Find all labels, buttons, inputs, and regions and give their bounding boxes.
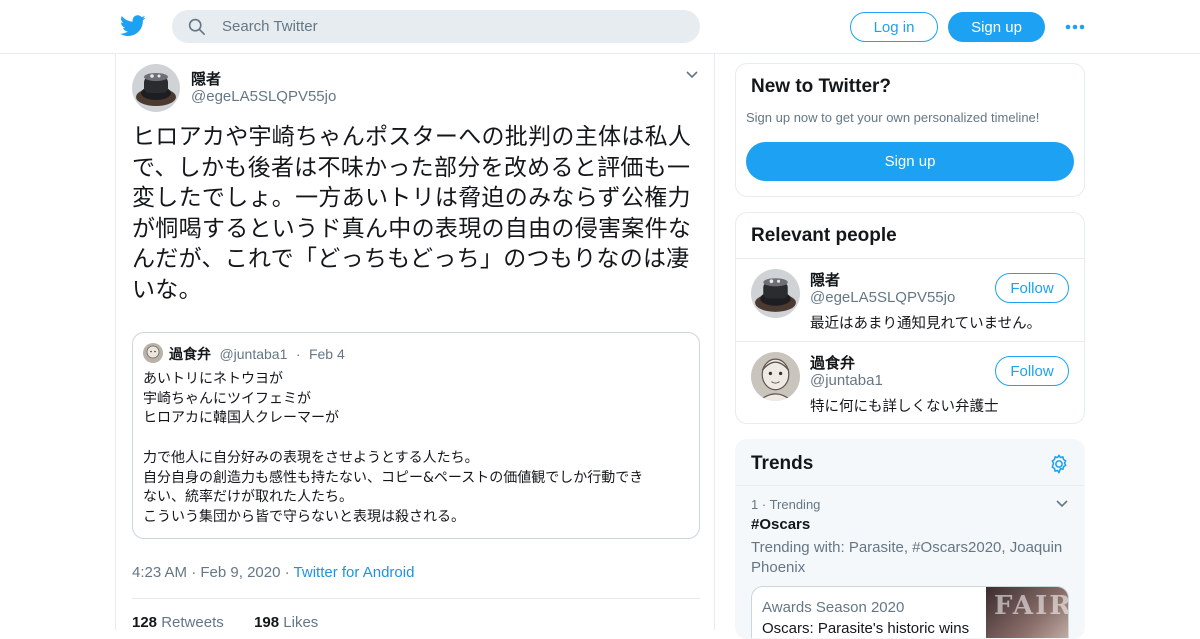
quote-line: 自分自身の創造力も感性も持たない、コピー&ペーストの価値観でしか行動でき [143, 469, 644, 486]
trend-trending-with: Trending with: Parasite, #Oscars2020, Jo… [751, 539, 1063, 576]
trend-meta: 1 · Trending [751, 497, 820, 512]
divider [132, 598, 700, 599]
likes-count: 198 [254, 614, 280, 631]
quoted-tweet[interactable]: 過食弁 @juntaba1 · Feb 4 あいトリにネトウヨが 宇崎ちゃんにツ… [132, 332, 700, 539]
tweet-detail: 隠者 @egeLA5SLQPV55jo ヒロアカや宇崎ちゃんポスターへの批判の主… [115, 54, 715, 631]
quote-line: ヒロアカに韓国人クレーマーが [143, 410, 339, 427]
person-handle[interactable]: @juntaba1 [810, 372, 883, 389]
trend-news-card[interactable]: Awards Season 2020 Oscars: Parasite's hi… [751, 586, 1069, 638]
new-to-twitter-subtitle: Sign up now to get your own personalized… [746, 110, 1040, 125]
search-icon [188, 18, 206, 36]
chevron-down-icon[interactable] [1055, 498, 1069, 510]
new-to-twitter-card: New to Twitter? Sign up now to get your … [735, 63, 1085, 197]
person-bio: 最近はあまり通知見れていません。 [810, 316, 1042, 332]
quote-author-handle: @juntaba1 [219, 346, 288, 362]
quote-date: Feb 4 [308, 346, 345, 362]
quote-line: ない、統率だけが取れた人たち。 [143, 489, 353, 506]
quote-line: 宇崎ちゃんにツイフェミが [143, 390, 311, 407]
sidebar-signup-button[interactable]: Sign up [746, 142, 1074, 181]
person-bio: 特に何にも詳しくない弁護士 [810, 399, 999, 415]
trends-card: Trends 1 · Trending #Oscars Trending wit… [735, 439, 1085, 639]
quote-separator: · [295, 346, 301, 362]
person-name[interactable]: 隠者 [810, 269, 840, 290]
person-avatar[interactable] [751, 269, 800, 318]
likes-stat[interactable]: 198 Likes [254, 614, 318, 631]
relevant-people-title: Relevant people [751, 225, 897, 246]
person-handle[interactable]: @egeLA5SLQPV55jo [810, 289, 955, 306]
follow-button[interactable]: Follow [995, 273, 1069, 303]
news-thumbnail-logo: FAIR [994, 591, 1069, 621]
relevant-person[interactable]: 過食弁 @juntaba1 特に何にも詳しくない弁護士 Follow [736, 341, 1084, 423]
trend-separator: · [761, 497, 770, 512]
gear-icon[interactable] [1048, 453, 1070, 475]
author-name[interactable]: 隠者 [191, 68, 221, 89]
quote-line [143, 429, 691, 449]
tweet-source-link[interactable]: Twitter for Android [294, 564, 415, 581]
tweet-time[interactable]: 4:23 AM [132, 564, 187, 581]
relevant-person[interactable]: 隠者 @egeLA5SLQPV55jo 最近はあまり通知見れていません。 Fol… [736, 259, 1084, 341]
tweet-stats: 128 Retweets 198 Likes [132, 614, 318, 631]
top-bar: Log in Sign up [0, 0, 1200, 54]
meta-separator: · [284, 564, 294, 581]
news-headline: Oscars: Parasite's historic wins [762, 620, 970, 637]
person-avatar[interactable] [751, 352, 800, 401]
likes-label: Likes [283, 614, 319, 631]
person-name[interactable]: 過食弁 [810, 352, 855, 373]
trend-rank: 1 [751, 497, 759, 512]
quote-line: こういう集団から皆で守らないと表現は殺される。 [143, 508, 465, 525]
more-icon[interactable] [1064, 18, 1086, 36]
trends-title: Trends [751, 453, 814, 474]
meta-separator: · [191, 564, 201, 581]
quote-line: 力で他人に自分好みの表現をさせようとする人たち。 [143, 449, 479, 466]
signup-button[interactable]: Sign up [948, 12, 1045, 42]
quote-header: 過食弁 @juntaba1 · Feb 4 [169, 344, 345, 364]
retweets-label: Retweets [161, 614, 224, 631]
quote-author-name: 過食弁 [169, 347, 211, 363]
quote-text: あいトリにネトウヨが 宇崎ちゃんにツイフェミが ヒロアカに韓国人クレーマーが 力… [143, 370, 691, 528]
news-thumbnail: FAIR [986, 587, 1069, 638]
caret-down-icon[interactable] [684, 68, 700, 82]
search-input[interactable] [222, 10, 682, 43]
author-avatar[interactable] [132, 64, 180, 112]
retweets-count: 128 [132, 614, 158, 631]
news-kicker: Awards Season 2020 [762, 599, 905, 616]
twitter-bird-icon[interactable] [120, 14, 146, 38]
quote-line: あいトリにネトウヨが [143, 371, 283, 387]
author-handle[interactable]: @egeLA5SLQPV55jo [191, 88, 336, 105]
follow-button[interactable]: Follow [995, 356, 1069, 386]
trend-name[interactable]: #Oscars [751, 516, 810, 533]
retweets-stat[interactable]: 128 Retweets [132, 614, 224, 631]
tweet-timestamp: 4:23 AM · Feb 9, 2020 · Twitter for Andr… [132, 564, 414, 581]
quote-author-avatar [143, 343, 163, 363]
search-bar [172, 10, 700, 43]
login-button[interactable]: Log in [850, 12, 938, 42]
tweet-text: ヒロアカや宇崎ちゃんポスターへの批判の主体は私人で、しかも後者は不味かった部分を… [132, 124, 692, 303]
relevant-people-card: Relevant people 隠者 @egeLA5SLQPV55jo 最近はあ… [735, 212, 1085, 424]
new-to-twitter-title: New to Twitter? [751, 76, 892, 97]
trend-category: Trending [769, 497, 821, 512]
tweet-date[interactable]: Feb 9, 2020 [200, 564, 280, 581]
